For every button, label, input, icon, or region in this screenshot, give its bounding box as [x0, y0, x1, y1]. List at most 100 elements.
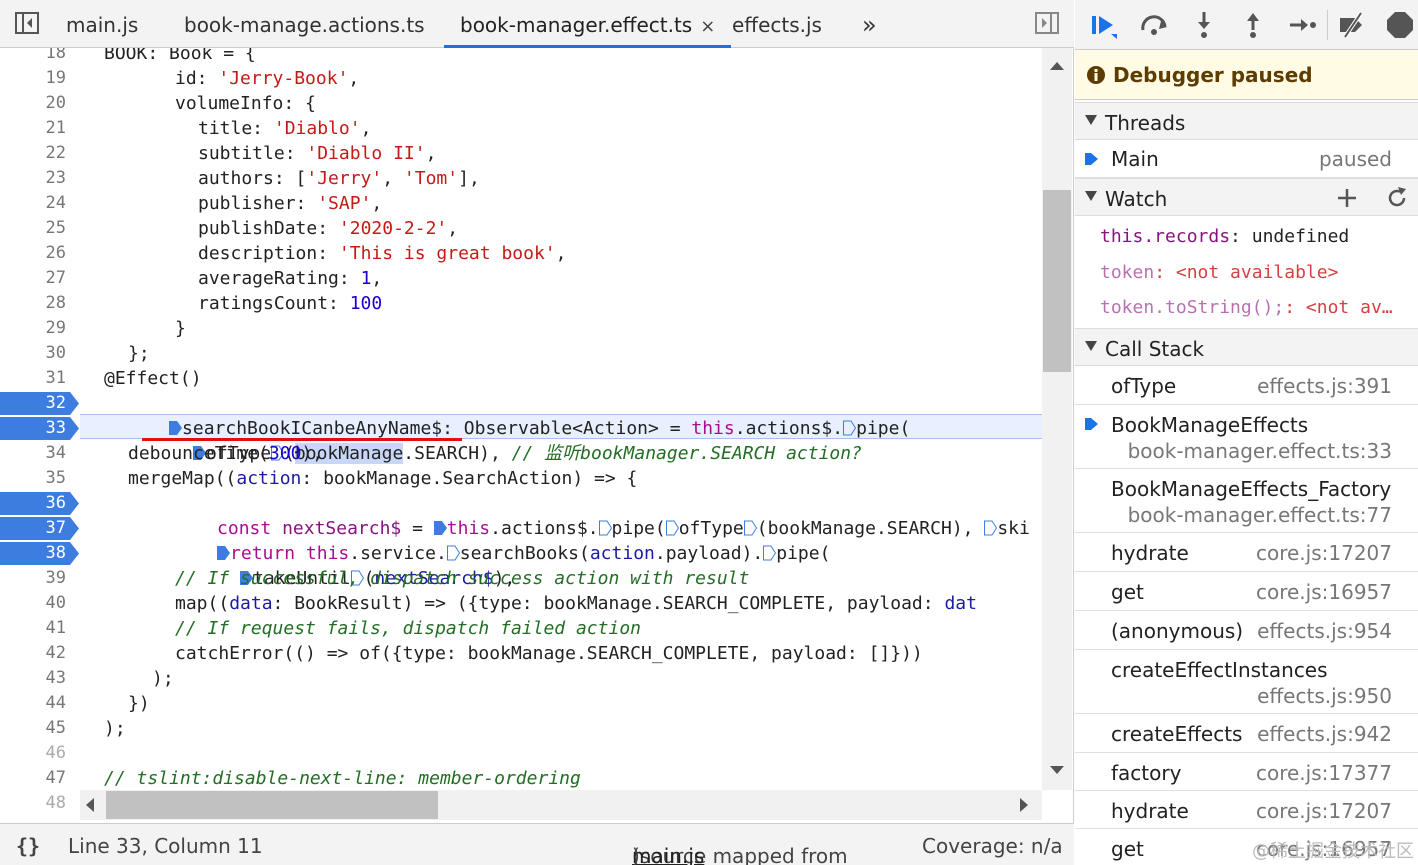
line-number-gutter[interactable]: 18 19 20 21 22 23 24 25 26 27 28 29 30 31 32 33 34 35 36 37… [0, 48, 80, 823]
pause-on-exceptions-icon[interactable] [1385, 10, 1415, 40]
line-number[interactable]: 30 [0, 341, 76, 366]
call-frame[interactable]: (anonymous) effects.js:954 [1075, 611, 1418, 650]
watch-expression[interactable]: this.records: undefined [1100, 226, 1349, 247]
line-number[interactable]: 47 [0, 766, 76, 791]
watch-section-header[interactable]: Watch [1075, 178, 1418, 216]
paused-label: Debugger paused [1113, 63, 1313, 87]
code-line: publisher: 'SAP', [198, 193, 383, 214]
call-frame[interactable]: ofType effects.js:391 [1075, 366, 1418, 405]
line-number[interactable]: 33 [0, 416, 76, 441]
code-line: // If request fails, dispatch failed act… [175, 618, 641, 639]
code-line: map((data: BookResult) => ({type: bookMa… [175, 593, 977, 614]
line-number[interactable]: 18 [0, 48, 76, 66]
line-number[interactable]: 22 [0, 141, 76, 166]
scroll-right-icon[interactable] [1018, 797, 1030, 813]
resume-icon[interactable] [1089, 10, 1119, 40]
line-number[interactable]: 40 [0, 591, 76, 616]
horizontal-scrollbar[interactable] [80, 790, 1042, 820]
line-number[interactable]: 45 [0, 716, 76, 741]
deactivate-breakpoints-icon[interactable] [1337, 10, 1367, 40]
call-frame[interactable]: get core.js:16957 [1075, 572, 1418, 611]
line-number[interactable]: 24 [0, 191, 76, 216]
watch-expression[interactable]: token.toString();: <not av… [1100, 297, 1393, 318]
line-number[interactable]: 31 [0, 366, 76, 391]
line-number[interactable]: 19 [0, 66, 76, 91]
call-frame[interactable]: hydrate core.js:17207 [1075, 791, 1418, 829]
call-stack-section-header[interactable]: Call Stack [1075, 328, 1418, 366]
code-line: description: 'This is great book', [198, 243, 567, 264]
code-line: }; [128, 343, 150, 364]
line-number[interactable]: 41 [0, 616, 76, 641]
line-number[interactable]: 29 [0, 316, 76, 341]
line-number[interactable]: 38 [0, 541, 76, 566]
line-number[interactable]: 26 [0, 241, 76, 266]
tab-book-manage-actions[interactable]: book-manage.actions.ts [184, 0, 425, 48]
thread-item-main[interactable]: Main paused [1075, 140, 1418, 178]
inline-breakpoint-icon[interactable] [763, 545, 777, 561]
line-number[interactable]: 21 [0, 116, 76, 141]
code-line: subtitle: 'Diablo II', [198, 143, 437, 164]
close-tab-icon[interactable]: × [700, 16, 715, 37]
source-map-link[interactable]: main.js [632, 844, 704, 865]
code-area[interactable]: BOOK: Book = { id: 'Jerry-Book', volumeI… [80, 48, 1042, 790]
inline-breakpoint-icon[interactable] [984, 520, 998, 536]
line-number[interactable]: 25 [0, 216, 76, 241]
scroll-left-icon[interactable] [84, 797, 96, 813]
call-frame-selected[interactable]: BookManageEffects book-manager.effect.ts:… [1075, 405, 1418, 469]
current-thread-arrow-icon [1085, 153, 1098, 165]
threads-section-header[interactable]: Threads [1075, 102, 1418, 140]
line-number[interactable]: 28 [0, 291, 76, 316]
toggle-debugger-icon[interactable] [1034, 10, 1060, 36]
thread-state: paused [1318, 147, 1392, 171]
toggle-navigator-icon[interactable] [14, 10, 40, 36]
code-line: title: 'Diablo', [198, 118, 372, 139]
line-number[interactable]: 44 [0, 691, 76, 716]
scrollbar-thumb[interactable] [106, 791, 438, 819]
tab-main-js[interactable]: main.js [66, 0, 138, 48]
call-frame[interactable]: hydrate core.js:17207 [1075, 533, 1418, 572]
line-number[interactable]: 23 [0, 166, 76, 191]
line-number[interactable]: 46 [0, 741, 76, 766]
code-line: searchBookICanbeAnyName$: Observable<Act… [104, 391, 910, 439]
line-number[interactable]: 20 [0, 91, 76, 116]
scrollbar-thumb[interactable] [1043, 190, 1071, 372]
line-number[interactable]: 34 [0, 441, 76, 466]
tab-label: book-manage.actions.ts [184, 13, 425, 37]
line-number[interactable]: 48 [0, 791, 76, 816]
tab-book-manager-effect[interactable]: book-manager.effect.ts × [444, 0, 732, 48]
line-number[interactable]: 32 [0, 391, 76, 416]
call-frame[interactable]: BookManageEffects_Factory book-manager.ef… [1075, 469, 1418, 533]
scroll-down-icon[interactable] [1049, 764, 1065, 776]
step-over-icon[interactable] [1139, 10, 1169, 40]
code-line: ratingsCount: 100 [198, 293, 383, 314]
line-number[interactable]: 39 [0, 566, 76, 591]
info-icon [1087, 66, 1105, 84]
add-watch-icon[interactable] [1336, 187, 1358, 209]
line-number[interactable]: 42 [0, 641, 76, 666]
status-bar: {} Line 33, Column 11 (source mapped fro… [0, 823, 1074, 865]
editor-tab-bar: main.js book-manage.actions.ts book-mana… [0, 0, 1074, 48]
step-out-icon[interactable] [1238, 10, 1268, 40]
vertical-scrollbar[interactable] [1042, 48, 1072, 790]
tab-effects-js[interactable]: effects.js [732, 0, 822, 48]
step-icon[interactable] [1287, 10, 1317, 40]
refresh-watch-icon[interactable] [1385, 186, 1409, 210]
scroll-up-icon[interactable] [1049, 60, 1065, 72]
step-into-icon[interactable] [1189, 10, 1219, 40]
call-frame[interactable]: factory core.js:17377 [1075, 753, 1418, 791]
pretty-print-button[interactable]: {} [16, 834, 40, 858]
line-number[interactable]: 35 [0, 466, 76, 491]
line-number[interactable]: 37 [0, 516, 76, 541]
code-line: averageRating: 1, [198, 268, 383, 289]
call-frame[interactable]: createEffects effects.js:942 [1075, 714, 1418, 753]
call-frame[interactable]: createEffectInstances effects.js:950 [1075, 650, 1418, 714]
line-number[interactable]: 27 [0, 266, 76, 291]
code-line: @Effect() [104, 368, 202, 389]
watermark: @稀土掘金技术社区 [1252, 841, 1414, 862]
more-tabs-icon[interactable]: » [862, 0, 877, 48]
line-number[interactable]: 36 [0, 491, 76, 516]
watch-expression[interactable]: token: <not available> [1100, 262, 1338, 283]
line-number[interactable]: 43 [0, 666, 76, 691]
expand-triangle-icon [1085, 191, 1097, 201]
current-frame-arrow-icon [1085, 418, 1098, 430]
